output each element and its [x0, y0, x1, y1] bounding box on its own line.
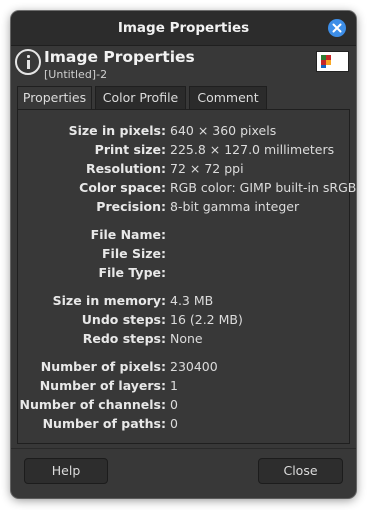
prop-row-resolution: Resolution: 72 × 72 ppi — [18, 161, 351, 179]
help-button[interactable]: Help — [24, 458, 108, 484]
prop-value: 1 — [170, 378, 178, 393]
prop-row-precision: Precision: 8-bit gamma integer — [18, 199, 351, 217]
footer-divider — [11, 448, 356, 449]
title-bar: Image Properties — [11, 11, 356, 46]
prop-row-num-layers: Number of layers: 1 — [18, 378, 351, 396]
prop-row-color-space: Color space: RGB color: GIMP built-in sR… — [18, 180, 356, 198]
prop-label: Undo steps: — [81, 312, 166, 327]
prop-value: 0 — [170, 397, 178, 412]
prop-row-undo-steps: Undo steps: 16 (2.2 MB) — [18, 312, 351, 330]
close-icon — [332, 23, 342, 33]
prop-label: File Size: — [102, 246, 166, 261]
window-close-button[interactable] — [328, 19, 346, 37]
image-properties-dialog: Image Properties Image Properties [Untit… — [11, 11, 356, 498]
prop-value: 230400 — [170, 359, 218, 374]
header-subtitle: [Untitled]-2 — [44, 68, 108, 81]
window-title: Image Properties — [117, 20, 250, 36]
prop-label: Precision: — [96, 199, 166, 214]
prop-label: Size in memory: — [52, 293, 166, 308]
tab-color-profile[interactable]: Color Profile — [95, 86, 186, 109]
prop-row-redo-steps: Redo steps: None — [18, 331, 351, 349]
prop-label: Size in pixels: — [68, 123, 166, 138]
info-icon — [15, 49, 41, 75]
prop-value: 640 × 360 pixels — [170, 123, 277, 138]
prop-value: None — [170, 331, 203, 346]
prop-value: 0 — [170, 416, 178, 431]
prop-label: Color space: — [79, 180, 166, 195]
prop-value: 8-bit gamma integer — [170, 199, 300, 214]
prop-value: 16 (2.2 MB) — [170, 312, 243, 327]
prop-label: Number of paths: — [42, 416, 166, 431]
prop-value: 4.3 MB — [170, 293, 214, 308]
image-thumbnail — [316, 51, 349, 72]
prop-row-num-paths: Number of paths: 0 — [18, 416, 351, 434]
prop-row-num-channels: Number of channels: 0 — [18, 397, 351, 415]
prop-label: File Type: — [98, 265, 166, 280]
prop-label: Redo steps: — [82, 331, 166, 346]
properties-panel: Size in pixels: 640 × 360 pixels Print s… — [17, 109, 356, 444]
prop-label: Print size: — [94, 142, 166, 157]
tab-properties[interactable]: Properties — [17, 86, 92, 110]
close-button[interactable]: Close — [258, 458, 343, 484]
prop-value: 225.8 × 127.0 millimeters — [170, 142, 335, 157]
prop-row-num-pixels: Number of pixels: 230400 — [18, 359, 351, 377]
prop-label: Number of pixels: — [40, 359, 166, 374]
prop-row-size-pixels: Size in pixels: 640 × 360 pixels — [18, 123, 351, 141]
prop-row-file-name: File Name: — [18, 227, 351, 245]
prop-value: 72 × 72 ppi — [170, 161, 244, 176]
prop-label: Resolution: — [85, 161, 166, 176]
header-title: Image Properties — [44, 48, 195, 66]
prop-value: RGB color: GIMP built-in sRGB — [170, 180, 356, 195]
tab-comment[interactable]: Comment — [189, 86, 267, 109]
prop-label: Number of channels: — [19, 397, 166, 412]
prop-row-file-type: File Type: — [18, 265, 351, 283]
prop-row-file-size: File Size: — [18, 246, 351, 264]
tab-bar: Properties Color Profile Comment — [17, 86, 350, 110]
prop-row-size-memory: Size in memory: 4.3 MB — [18, 293, 351, 311]
prop-label: Number of layers: — [39, 378, 166, 393]
prop-row-print-size: Print size: 225.8 × 127.0 millimeters — [18, 142, 351, 160]
prop-label: File Name: — [90, 227, 166, 242]
